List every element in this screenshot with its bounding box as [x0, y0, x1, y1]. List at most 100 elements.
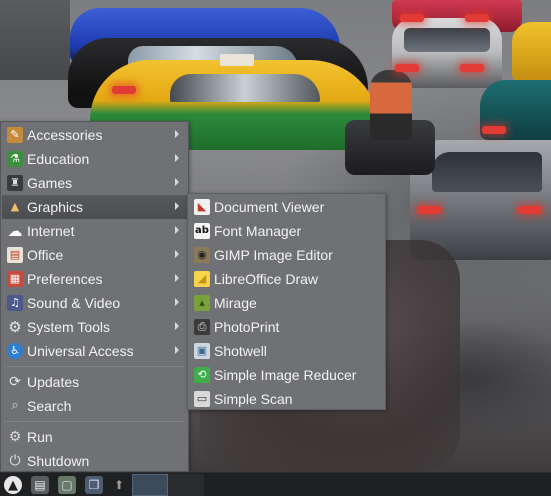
mirage-icon: ▴: [194, 295, 210, 311]
submenu-arrow-icon: [175, 298, 179, 306]
system-tools-icon: ⚙: [8, 318, 22, 336]
submenu-arrow-icon: [175, 322, 179, 330]
desktop-switch-icon: ▢: [58, 476, 76, 494]
submenu-item-simple-scan[interactable]: ▭ Simple Scan: [189, 387, 384, 411]
menu-item-run[interactable]: ⚙ Run: [2, 425, 187, 449]
accessories-icon: ✎: [7, 127, 23, 143]
menu-item-label: System Tools: [27, 319, 110, 335]
run-icon: ⚙: [8, 429, 22, 445]
file-manager-icon: ▤: [31, 476, 49, 494]
graphics-submenu: ◣ Document Viewer ab Font Manager ◉ GIMP…: [187, 193, 386, 410]
bottom-panel: ▲ ▤ ▢ ❐ ⬆: [0, 472, 551, 496]
submenu-item-libreoffice-draw[interactable]: ◢ LibreOffice Draw: [189, 267, 384, 291]
education-icon: ⚗: [7, 151, 23, 167]
shutdown-icon: ⏻: [9, 453, 21, 469]
menu-item-system-tools[interactable]: ⚙ System Tools: [2, 315, 187, 339]
submenu-arrow-icon: [175, 154, 179, 162]
search-icon: ⌕: [11, 398, 19, 413]
submenu-arrow-icon: [175, 130, 179, 138]
menu-item-search[interactable]: ⌕ Search: [2, 394, 187, 418]
start-menu-icon: ▲: [4, 476, 22, 494]
submenu-item-simple-image-reducer[interactable]: ⟲ Simple Image Reducer: [189, 363, 384, 387]
menu-item-internet[interactable]: ☁ Internet: [2, 219, 187, 243]
menu-item-label: Run: [27, 429, 53, 445]
simple-scan-icon: ▭: [194, 391, 210, 407]
submenu-item-label: Font Manager: [214, 223, 302, 239]
submenu-item-label: Simple Scan: [214, 391, 293, 407]
submenu-item-label: GIMP Image Editor: [214, 247, 333, 263]
wallpaper-tail-light: [112, 86, 136, 94]
menu-item-label: Education: [27, 151, 90, 167]
menu-item-label: Internet: [27, 223, 75, 239]
file-manager-launcher[interactable]: ▤: [28, 474, 52, 496]
menu-item-graphics[interactable]: ▲ Graphics: [2, 195, 187, 219]
shotwell-icon: ▣: [194, 343, 210, 359]
wallpaper-rider: [370, 70, 412, 140]
submenu-item-label: Mirage: [214, 295, 257, 311]
submenu-item-shotwell[interactable]: ▣ Shotwell: [189, 339, 384, 363]
submenu-item-font-manager[interactable]: ab Font Manager: [189, 219, 384, 243]
wallpaper-tail-light: [395, 64, 419, 72]
windows-icon: ❐: [85, 476, 103, 494]
submenu-arrow-icon: [175, 178, 179, 186]
desktop-switch-launcher[interactable]: ▢: [54, 474, 80, 496]
submenu-item-label: Shotwell: [214, 343, 267, 359]
taskbar-button-active[interactable]: [132, 474, 168, 496]
font-manager-icon: ab: [194, 223, 210, 239]
wallpaper-yellow-car: [512, 22, 551, 82]
internet-icon: ☁: [7, 222, 23, 240]
menu-item-label: Sound & Video: [27, 295, 121, 311]
gimp-icon: ◉: [194, 247, 210, 263]
menu-item-education[interactable]: ⚗ Education: [2, 147, 187, 171]
pin-launcher[interactable]: ⬆: [107, 474, 131, 496]
submenu-item-document-viewer[interactable]: ◣ Document Viewer: [189, 195, 384, 219]
submenu-arrow-icon: [175, 346, 179, 354]
menu-item-label: Graphics: [27, 199, 84, 215]
taskbar-button[interactable]: [168, 474, 204, 496]
submenu-arrow-icon: [175, 250, 179, 258]
submenu-arrow-icon: [175, 202, 179, 210]
menu-item-accessories[interactable]: ✎ Accessories: [2, 123, 187, 147]
pin-icon: ⬆: [113, 478, 125, 492]
start-menu-button[interactable]: ▲: [1, 474, 25, 496]
menu-item-sound-video[interactable]: ♫ Sound & Video: [2, 291, 187, 315]
wallpaper-tail-light: [518, 206, 542, 214]
menu-item-universal-access[interactable]: ♿ Universal Access: [2, 339, 187, 363]
wallpaper-tail-light: [417, 206, 441, 214]
submenu-item-label: LibreOffice Draw: [214, 271, 319, 287]
menu-item-preferences[interactable]: ▦ Preferences: [2, 267, 187, 291]
submenu-item-mirage[interactable]: ▴ Mirage: [189, 291, 384, 315]
wallpaper-tail-light: [465, 14, 489, 22]
menu-item-label: Search: [27, 398, 72, 414]
office-icon: ▤: [7, 247, 23, 263]
menu-separator: [5, 421, 184, 422]
preferences-icon: ▦: [7, 271, 23, 287]
wallpaper-tail-light: [400, 14, 424, 22]
menu-item-label: Updates: [27, 374, 80, 390]
submenu-item-label: Document Viewer: [214, 199, 325, 215]
submenu-arrow-icon: [175, 226, 179, 234]
application-menu: ✎ Accessories ⚗ Education ♜ Games ▲ Grap…: [0, 121, 189, 472]
updates-icon: ⟳: [9, 374, 21, 390]
menu-item-label: Games: [27, 175, 73, 191]
menu-item-games[interactable]: ♜ Games: [2, 171, 187, 195]
submenu-item-label: Simple Image Reducer: [214, 367, 357, 383]
menu-item-office[interactable]: ▤ Office: [2, 243, 187, 267]
menu-item-label: Office: [27, 247, 64, 263]
photoprint-icon: ⎙: [194, 319, 210, 335]
wallpaper-taxi-sign: [220, 54, 254, 66]
wallpaper-tail-light: [482, 126, 506, 134]
submenu-item-gimp[interactable]: ◉ GIMP Image Editor: [189, 243, 384, 267]
universal-access-icon: ♿: [7, 343, 23, 359]
menu-separator: [5, 366, 184, 367]
menu-item-shutdown[interactable]: ⏻ Shutdown: [2, 449, 187, 473]
graphics-icon: ▲: [10, 200, 20, 213]
menu-item-updates[interactable]: ⟳ Updates: [2, 370, 187, 394]
submenu-item-photoprint[interactable]: ⎙ PhotoPrint: [189, 315, 384, 339]
sound-video-icon: ♫: [7, 295, 23, 311]
simple-image-reducer-icon: ⟲: [194, 367, 210, 383]
menu-item-label: Universal Access: [27, 343, 134, 359]
menu-item-label: Accessories: [27, 127, 103, 143]
windows-launcher[interactable]: ❐: [81, 474, 107, 496]
submenu-arrow-icon: [175, 274, 179, 282]
